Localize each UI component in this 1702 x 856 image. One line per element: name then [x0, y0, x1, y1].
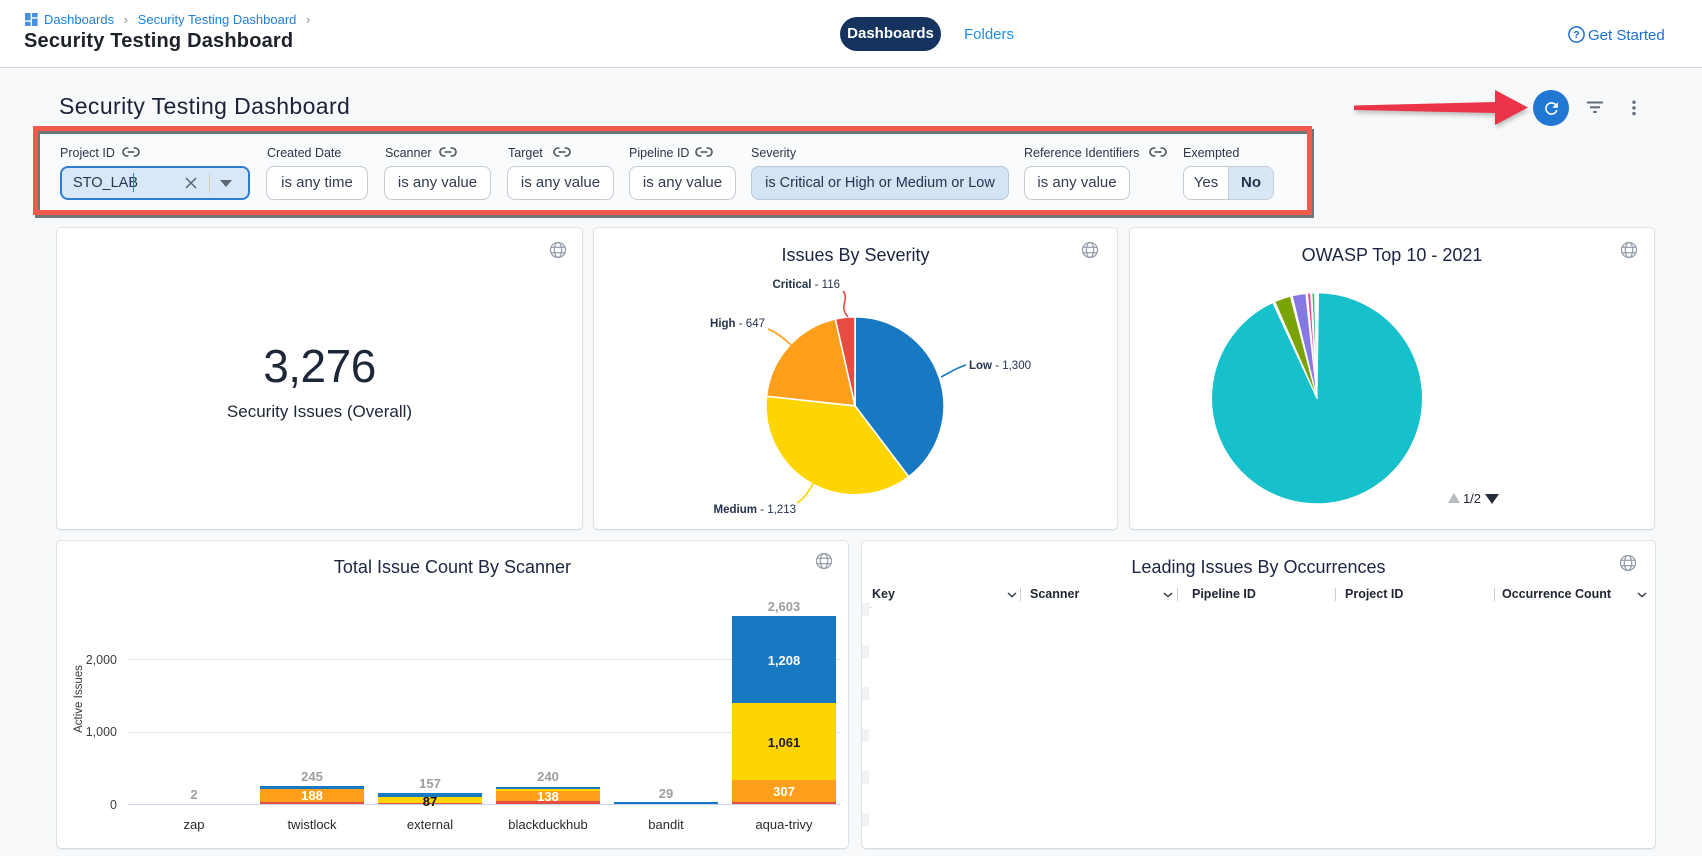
svg-text:Medium - 1,213: Medium - 1,213 — [714, 504, 796, 516]
svg-text:High - 647: High - 647 — [710, 318, 765, 330]
svg-text:Critical - 116: Critical - 116 — [772, 279, 840, 291]
svg-text:Low - 1,300: Low - 1,300 — [969, 360, 1031, 372]
svg-text:1/2: 1/2 — [1463, 491, 1481, 505]
svg-text:?: ? — [1573, 29, 1579, 41]
